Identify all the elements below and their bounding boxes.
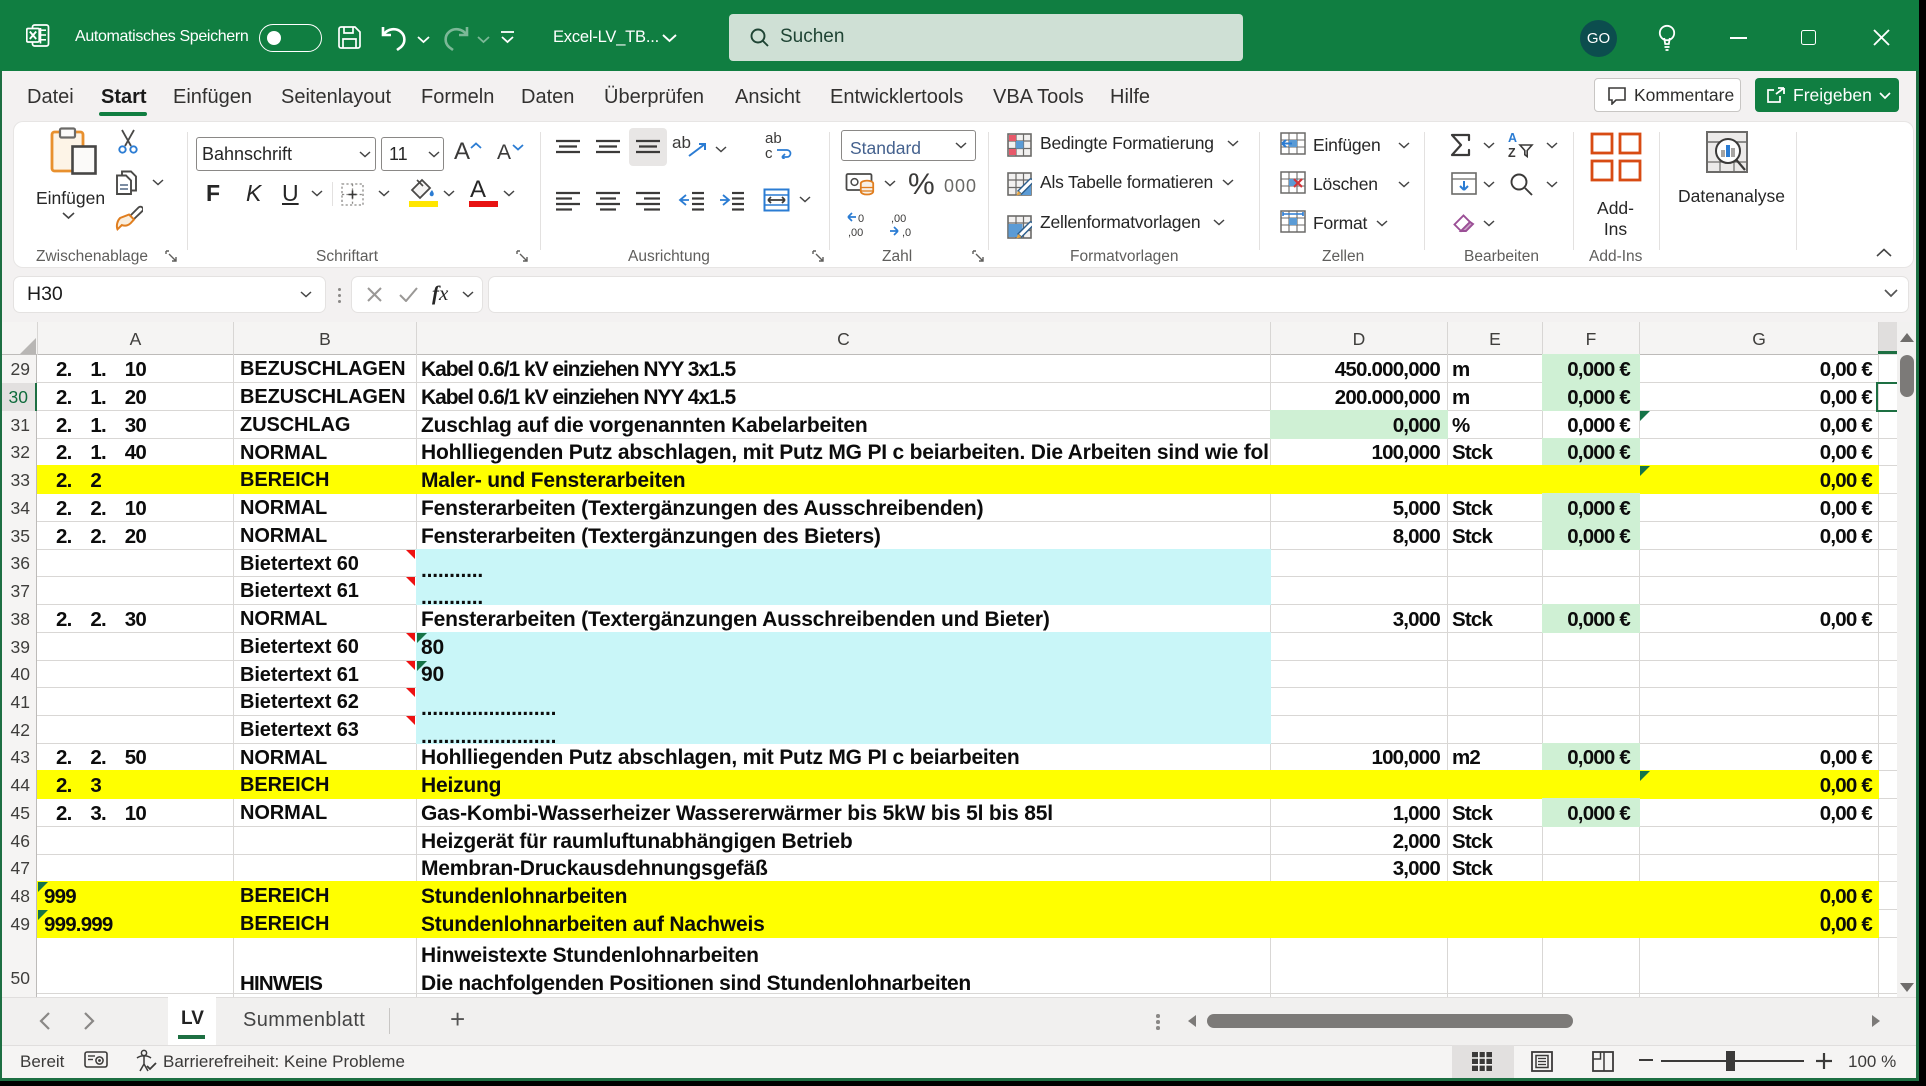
svg-text:A: A	[1508, 131, 1517, 145]
svg-text:,00: ,00	[848, 227, 863, 238]
svg-text:0: 0	[858, 213, 864, 225]
svg-text:,00: ,00	[891, 213, 906, 225]
svg-text:,0: ,0	[902, 227, 911, 238]
svg-text:Z: Z	[1508, 146, 1516, 159]
